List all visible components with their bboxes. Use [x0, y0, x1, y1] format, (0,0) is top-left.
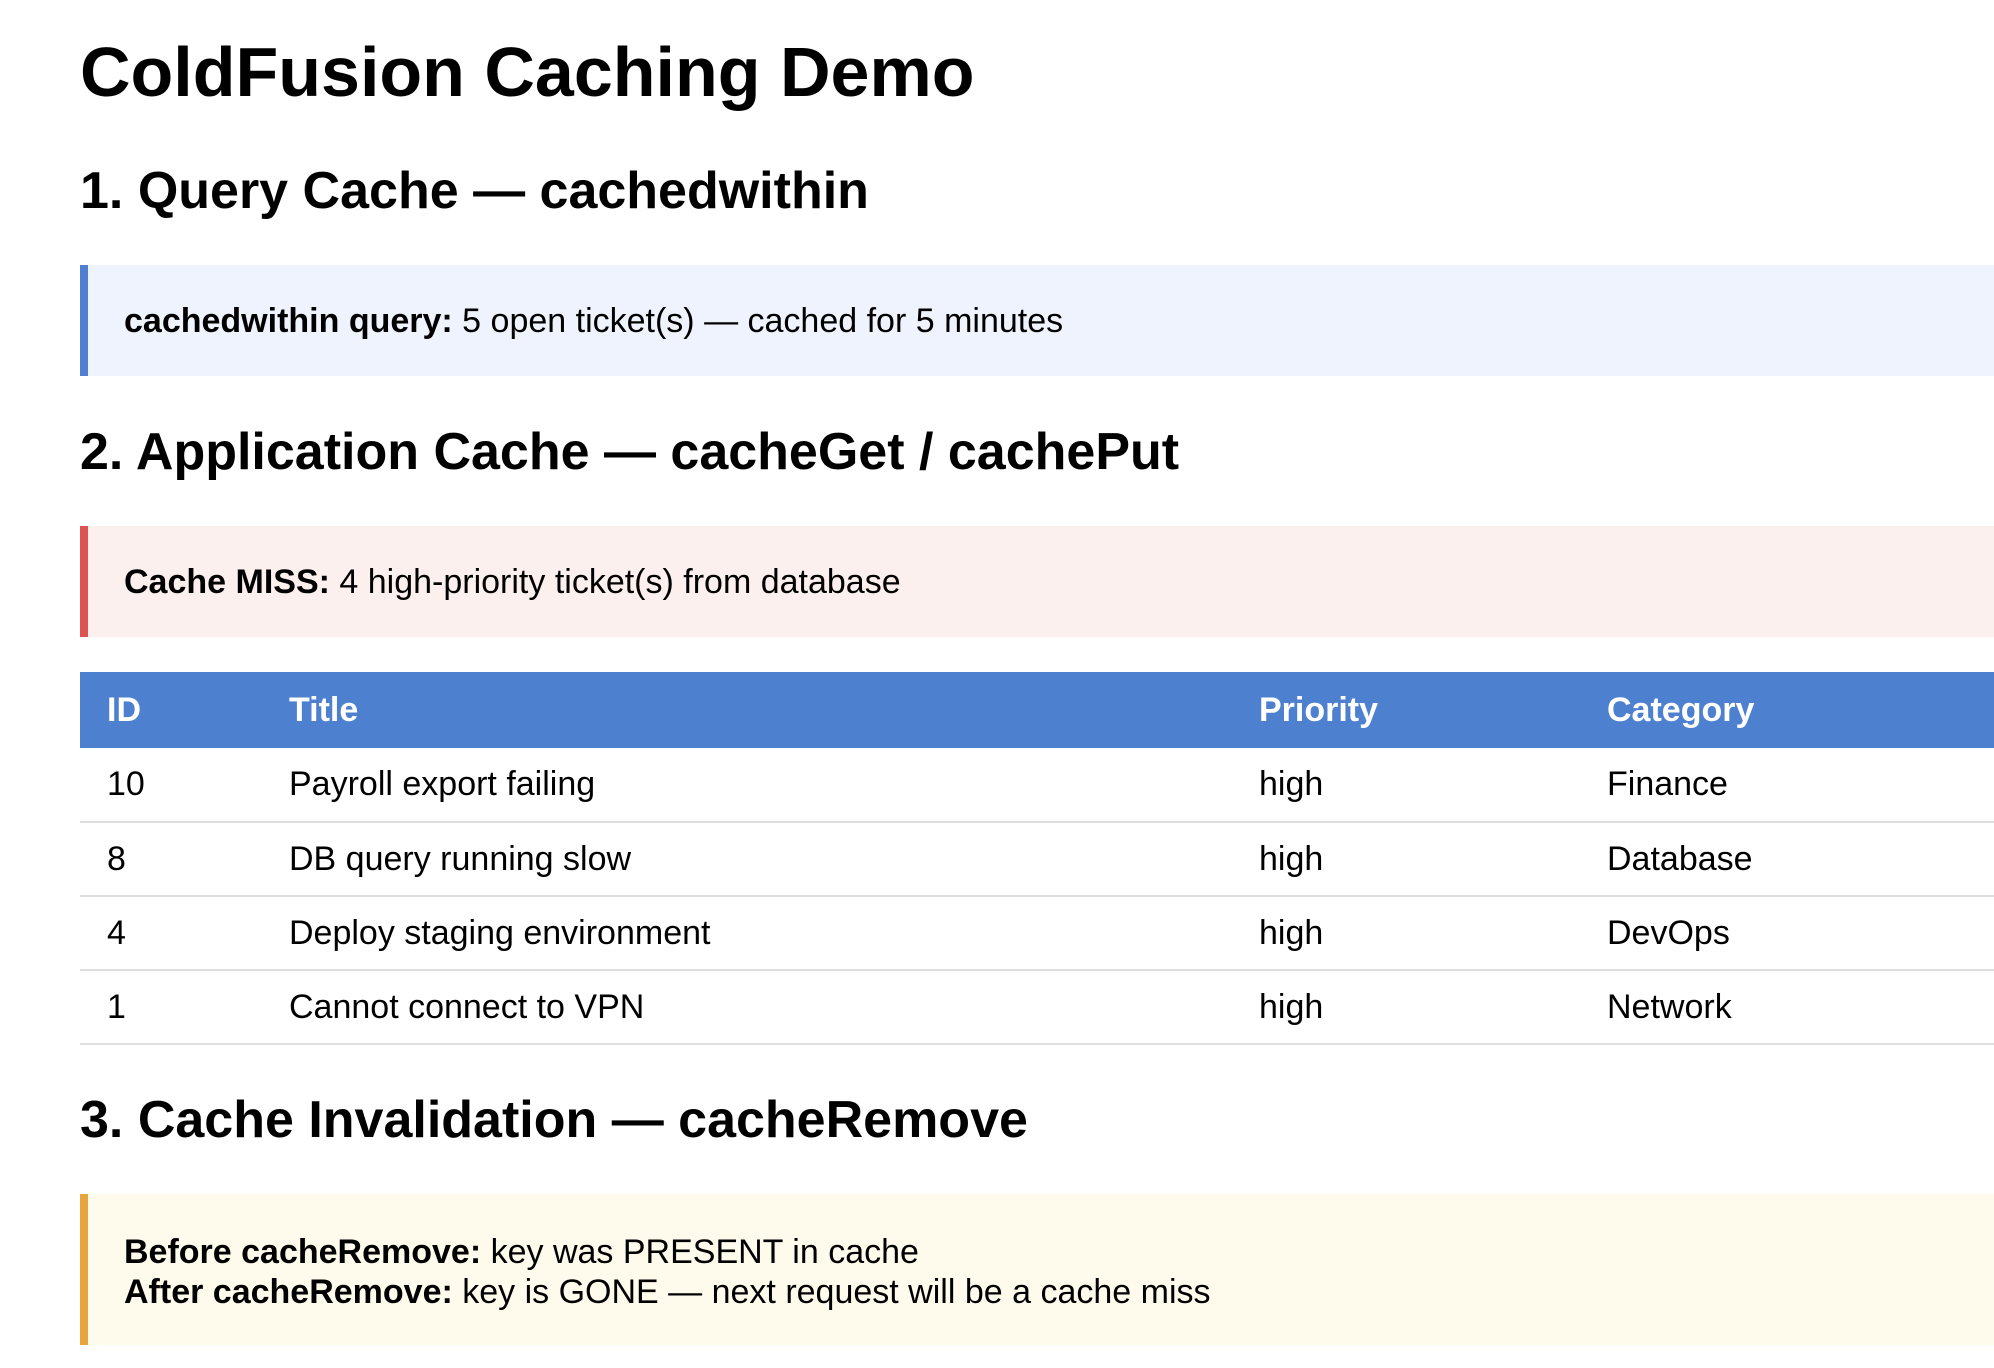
table-row: 1 Cannot connect to VPN high Network: [80, 970, 1994, 1045]
column-header-category: Category: [1580, 672, 1994, 748]
cell-title: Cannot connect to VPN: [262, 970, 1232, 1045]
cell-title: Deploy staging environment: [262, 896, 1232, 971]
column-header-id: ID: [80, 672, 262, 748]
callout-cache-invalidation: Before cacheRemove: key was PRESENT in c…: [80, 1194, 1994, 1345]
cell-category: Finance: [1580, 748, 1994, 823]
callout-label: After cacheRemove:: [124, 1273, 453, 1311]
cell-title: DB query running slow: [262, 822, 1232, 897]
cell-id: 1: [80, 970, 262, 1045]
table-row: 4 Deploy staging environment high DevOps: [80, 896, 1994, 971]
page: ColdFusion Caching Demo 1. Query Cache —…: [0, 0, 1994, 1345]
cell-category: Database: [1580, 822, 1994, 897]
cell-priority: high: [1232, 896, 1580, 971]
cell-priority: high: [1232, 822, 1580, 897]
column-header-priority: Priority: [1232, 672, 1580, 748]
cell-category: DevOps: [1580, 896, 1994, 971]
section-heading-query-cache: 1. Query Cache — cachedwithin: [80, 162, 869, 220]
cell-id: 10: [80, 748, 262, 823]
callout-text: 5 open ticket(s) — cached for 5 minutes: [452, 302, 1064, 340]
callout-text: key was PRESENT in cache: [481, 1233, 919, 1271]
callout-label: Cache MISS:: [124, 563, 330, 601]
tickets-table: ID Title Priority Category 10 Payroll ex…: [80, 672, 1994, 1045]
table-row: 8 DB query running slow high Database: [80, 822, 1994, 897]
callout-query-cache: cachedwithin query: 5 open ticket(s) — c…: [80, 265, 1994, 376]
cell-id: 4: [80, 896, 262, 971]
cell-priority: high: [1232, 970, 1580, 1045]
callout-line: Cache MISS: 4 high-priority ticket(s) fr…: [124, 562, 1994, 602]
callout-line: Before cacheRemove: key was PRESENT in c…: [124, 1232, 1994, 1272]
table-row: 10 Payroll export failing high Finance: [80, 748, 1994, 823]
cell-category: Network: [1580, 970, 1994, 1045]
callout-text: 4 high-priority ticket(s) from database: [329, 563, 901, 601]
column-header-title: Title: [262, 672, 1232, 748]
page-title: ColdFusion Caching Demo: [80, 33, 975, 111]
cell-priority: high: [1232, 748, 1580, 823]
callout-line: cachedwithin query: 5 open ticket(s) — c…: [124, 301, 1994, 341]
callout-line: After cacheRemove: key is GONE — next re…: [124, 1272, 1994, 1312]
callout-text: key is GONE — next request will be a cac…: [452, 1273, 1211, 1311]
cell-title: Payroll export failing: [262, 748, 1232, 823]
callout-label: Before cacheRemove:: [124, 1233, 482, 1271]
table-header-row: ID Title Priority Category: [80, 672, 1994, 748]
cell-id: 8: [80, 822, 262, 897]
callout-application-cache: Cache MISS: 4 high-priority ticket(s) fr…: [80, 526, 1994, 637]
section-heading-application-cache: 2. Application Cache — cacheGet / cacheP…: [80, 423, 1180, 481]
callout-label: cachedwithin query:: [124, 302, 453, 340]
section-heading-cache-invalidation: 3. Cache Invalidation — cacheRemove: [80, 1091, 1028, 1149]
